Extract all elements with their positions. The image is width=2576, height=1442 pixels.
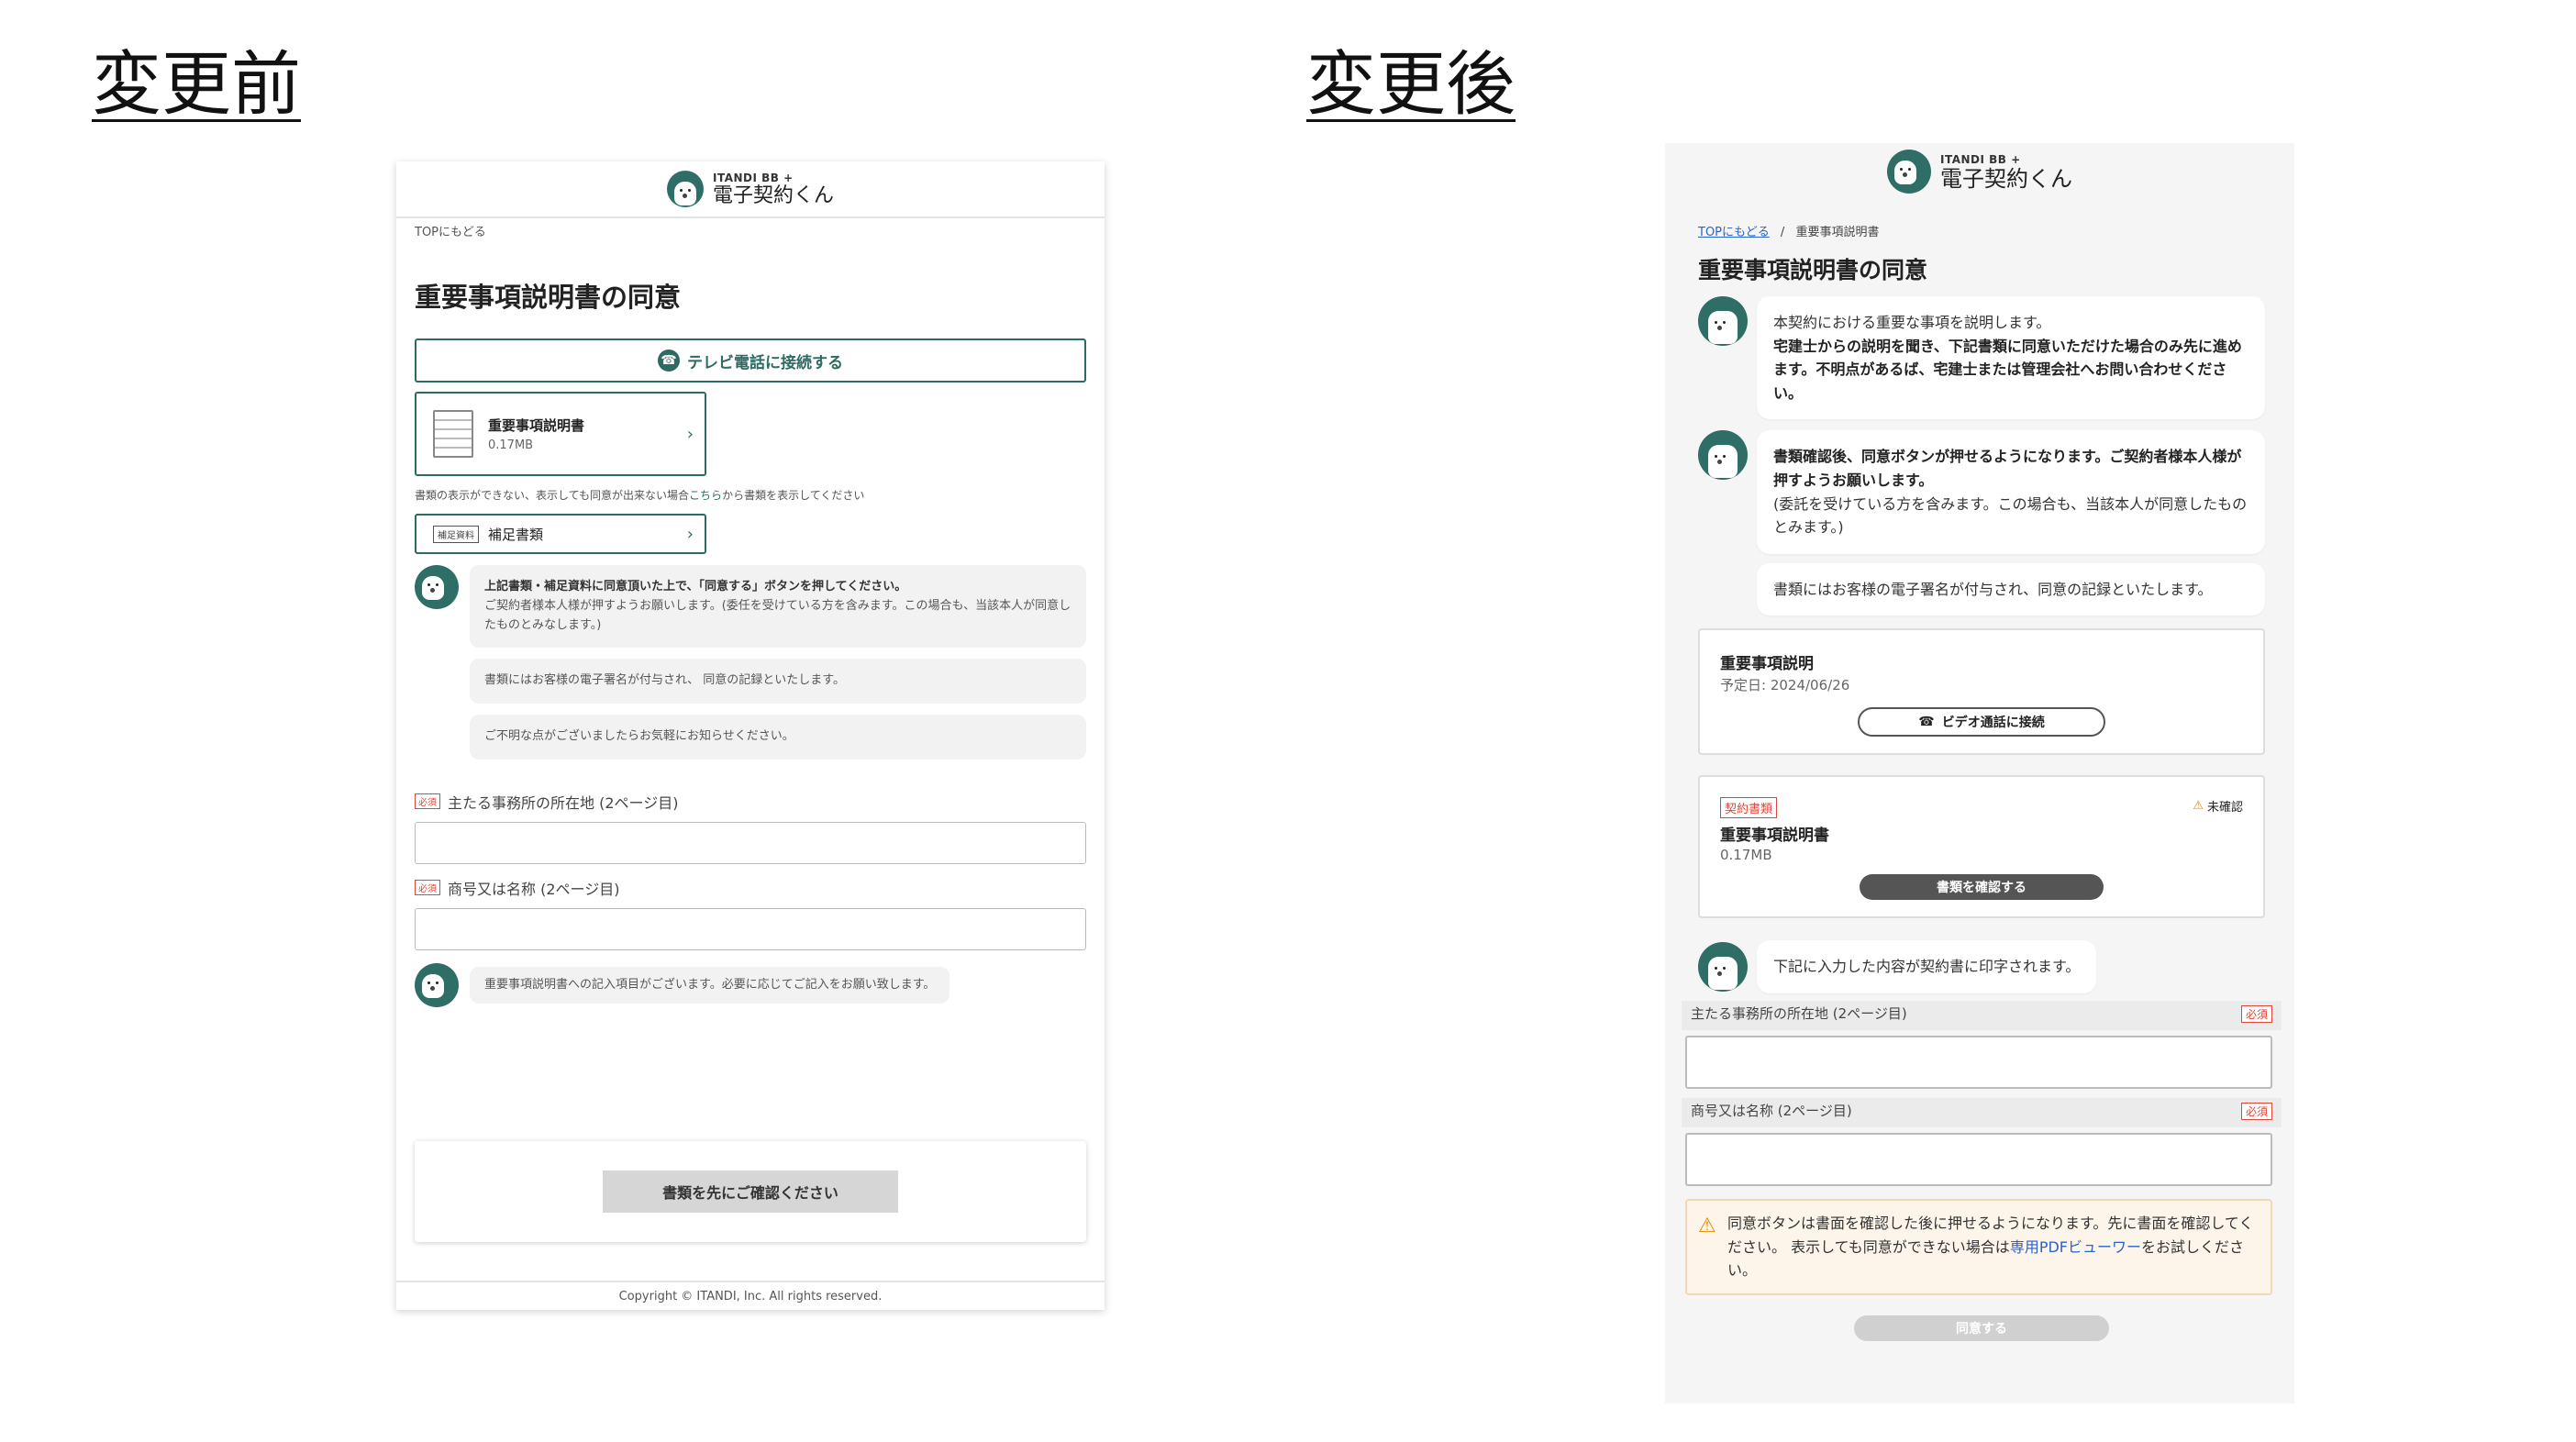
breadcrumb: TOPにもどる / 重要事項説明書 xyxy=(1698,222,2265,239)
status-text: 未確認 xyxy=(2206,801,2243,815)
required-tag: 必須 xyxy=(415,793,440,810)
note-link[interactable]: こちら xyxy=(689,489,722,502)
document-size: 0.17MB xyxy=(1720,847,1772,864)
mascot-icon xyxy=(1698,296,1748,346)
field-label: 必須 商号又は名称 (2ページ目) xyxy=(415,877,1086,899)
mascot-icon xyxy=(415,962,459,1007)
chat-bubble: 書類確認後、同意ボタンが押せるようになります。ご契約者様本人様が押すようお願いし… xyxy=(1757,430,2265,554)
chevron-right-icon: › xyxy=(686,524,694,544)
required-tag: 必須 xyxy=(2240,1102,2272,1120)
explanation-title: 重要事項説明 xyxy=(1720,655,1814,674)
warning-icon: ⚠ xyxy=(2193,799,2204,814)
required-tag: 必須 xyxy=(2240,1004,2272,1023)
footer-action-card: 書類を先にご確認ください xyxy=(415,1141,1086,1242)
chat-bubble: ご不明な点がございましたらお気軽にお知らせください。 xyxy=(470,715,1086,760)
document-icon xyxy=(433,410,473,458)
required-tag: 必須 xyxy=(415,880,440,896)
document-card[interactable]: 重要事項説明書 0.17MB › xyxy=(415,392,706,476)
field-label: 必須 主たる事務所の所在地 (2ページ目) xyxy=(415,791,1086,813)
mascot-icon xyxy=(666,171,704,207)
chat-bold-text: 宅建士からの説明を聞き、下記書類に同意いただけた場合のみ先に進めます。不明点があ… xyxy=(1773,337,2242,402)
chat-bold-text: 書類確認後、同意ボタンが押せるようになります。ご契約者様本人様が押すようお願いし… xyxy=(1773,448,2242,489)
chat-bubble: 重要事項説明書への記入項目がございます。必要に応じてご記入をお願い致します。 xyxy=(470,966,950,1004)
page-title: 重要事項説明書の同意 xyxy=(1698,257,1928,283)
logo-small-text: ITANDI BB + xyxy=(712,171,794,184)
document-size: 0.17MB xyxy=(488,438,534,452)
chat-bubble: 下記に入力した内容が契約書に印字されます。 xyxy=(1757,940,2097,993)
unconfirmed-status: ⚠ 未確認 xyxy=(2193,797,2243,815)
after-panel: ITANDI BB + 電子契約くん TOPにもどる / 重要事項説明書 重要事… xyxy=(1665,143,2294,1403)
document-name: 重要事項説明書 xyxy=(488,417,585,434)
chat-bubble: 本契約における重要な事項を説明します。 宅建士からの説明を聞き、下記書類に同意い… xyxy=(1757,296,2265,420)
agree-button[interactable]: 同意する xyxy=(1854,1314,2109,1341)
field-label-text: 主たる事務所の所在地 (2ページ目) xyxy=(448,793,679,812)
app-header: ITANDI BB + 電子契約くん xyxy=(396,161,1105,218)
breadcrumb-top-link[interactable]: TOPにもどる xyxy=(415,222,1086,239)
chat-bubble: 書類にはお客様の電子署名が付与され、同意の記録といたします。 xyxy=(1757,562,2265,616)
warning-icon: ⚠ xyxy=(1698,1214,1716,1237)
field-header: 主たる事務所の所在地 (2ページ目) 必須 xyxy=(1682,1000,2282,1030)
mascot-icon xyxy=(1698,430,1748,481)
trade-name-input[interactable] xyxy=(415,907,1086,950)
logo[interactable]: ITANDI BB + 電子契約くん xyxy=(1887,150,2072,194)
logo[interactable]: ITANDI BB + 電子契約くん xyxy=(666,171,834,207)
document-card: 契約書類 ⚠ 未確認 重要事項説明書 0.17MB 書類を確認する xyxy=(1698,775,2265,919)
video-call-button[interactable]: ☎ ビデオ通話に接続 xyxy=(1858,707,2105,738)
before-label: 変更前 xyxy=(92,43,301,125)
chat-bubble: 書類にはお客様の電子署名が付与され、 同意の記録といたします。 xyxy=(470,659,1086,704)
logo-main-text: 電子契約くん xyxy=(712,183,834,207)
breadcrumb-current: 重要事項説明書 xyxy=(1795,226,1880,239)
before-panel: ITANDI BB + 電子契約くん TOPにもどる 重要事項説明書の同意 ☎ … xyxy=(396,161,1105,1310)
chat-text: ご契約者様本人様が押すようお願いします。(委任を受けている方を含みます。この場合… xyxy=(484,598,1071,632)
chat-text: 本契約における重要な事項を説明します。 xyxy=(1773,314,2051,331)
view-document-button[interactable]: 書類を確認する xyxy=(1860,874,2104,901)
field-label: 商号又は名称 (2ページ目) xyxy=(1691,1102,1852,1119)
document-name: 重要事項説明書 xyxy=(1720,826,1829,846)
explanation-date: 予定日: 2024/06/26 xyxy=(1720,677,1850,694)
breadcrumb-separator: / xyxy=(1780,226,1785,239)
logo-main-text: 電子契約くん xyxy=(1940,165,2072,192)
breadcrumb-top-link[interactable]: TOPにもどる xyxy=(1698,226,1770,239)
mascot-icon xyxy=(415,565,459,609)
chat-text: (委託を受けている方を含みます。この場合も、当該本人が同意したものとみます。) xyxy=(1773,494,2248,537)
field-label: 主たる事務所の所在地 (2ページ目) xyxy=(1691,1004,1907,1022)
logo-small-text: ITANDI BB + xyxy=(1940,152,2021,166)
tv-call-button[interactable]: ☎ テレビ電話に接続する xyxy=(415,338,1086,383)
mascot-icon xyxy=(1698,942,1748,993)
field-label-text: 商号又は名称 (2ページ目) xyxy=(448,880,620,898)
copyright: Copyright © ITANDI, Inc. All rights rese… xyxy=(396,1281,1105,1303)
office-address-input[interactable] xyxy=(415,821,1086,864)
confirm-documents-button[interactable]: 書類を先にご確認ください xyxy=(603,1170,898,1213)
trade-name-input[interactable] xyxy=(1685,1132,2272,1186)
supplement-label: 補足書類 xyxy=(488,526,544,543)
phone-icon: ☎ xyxy=(658,349,680,372)
field-header: 商号又は名称 (2ページ目) 必須 xyxy=(1682,1097,2282,1127)
pdf-viewer-link[interactable]: 専用PDFビューワー xyxy=(2010,1238,2141,1256)
agree-warning: ⚠ 同意ボタンは書面を確認した後に押せるようになります。先に書面を確認してくださ… xyxy=(1685,1198,2272,1295)
video-call-label: ビデオ通話に接続 xyxy=(1941,715,2045,731)
chat-bold-text: 上記書類・補足資料に同意頂いた上で、「同意する」ボタンを押してください。 xyxy=(484,580,907,593)
note-suffix: から書類を表示してください xyxy=(722,489,865,502)
after-label: 変更後 xyxy=(1306,43,1516,125)
page-title: 重要事項説明書の同意 xyxy=(415,282,682,313)
chevron-right-icon: › xyxy=(686,424,694,444)
app-header: ITANDI BB + 電子契約くん xyxy=(1665,143,2294,200)
tv-call-label: テレビ電話に接続する xyxy=(687,353,843,372)
display-note: 書類の表示ができない、表示しても同意が出来ない場合こちらから書類を表示してくださ… xyxy=(415,487,1086,503)
supplement-tag: 補足資料 xyxy=(433,525,479,543)
phone-icon: ☎ xyxy=(1918,715,1935,730)
mascot-icon xyxy=(1887,150,1931,194)
contract-doc-tag: 契約書類 xyxy=(1720,797,1778,819)
office-address-input[interactable] xyxy=(1685,1035,2272,1089)
note-prefix: 書類の表示ができない、表示しても同意が出来ない場合 xyxy=(415,489,690,502)
supplement-card[interactable]: 補足資料 補足書類 › xyxy=(415,514,706,554)
chat-bubble: 上記書類・補足資料に同意頂いた上で、「同意する」ボタンを押してください。 ご契約… xyxy=(470,565,1086,649)
explanation-card: 重要事項説明 予定日: 2024/06/26 ☎ ビデオ通話に接続 xyxy=(1698,628,2265,756)
